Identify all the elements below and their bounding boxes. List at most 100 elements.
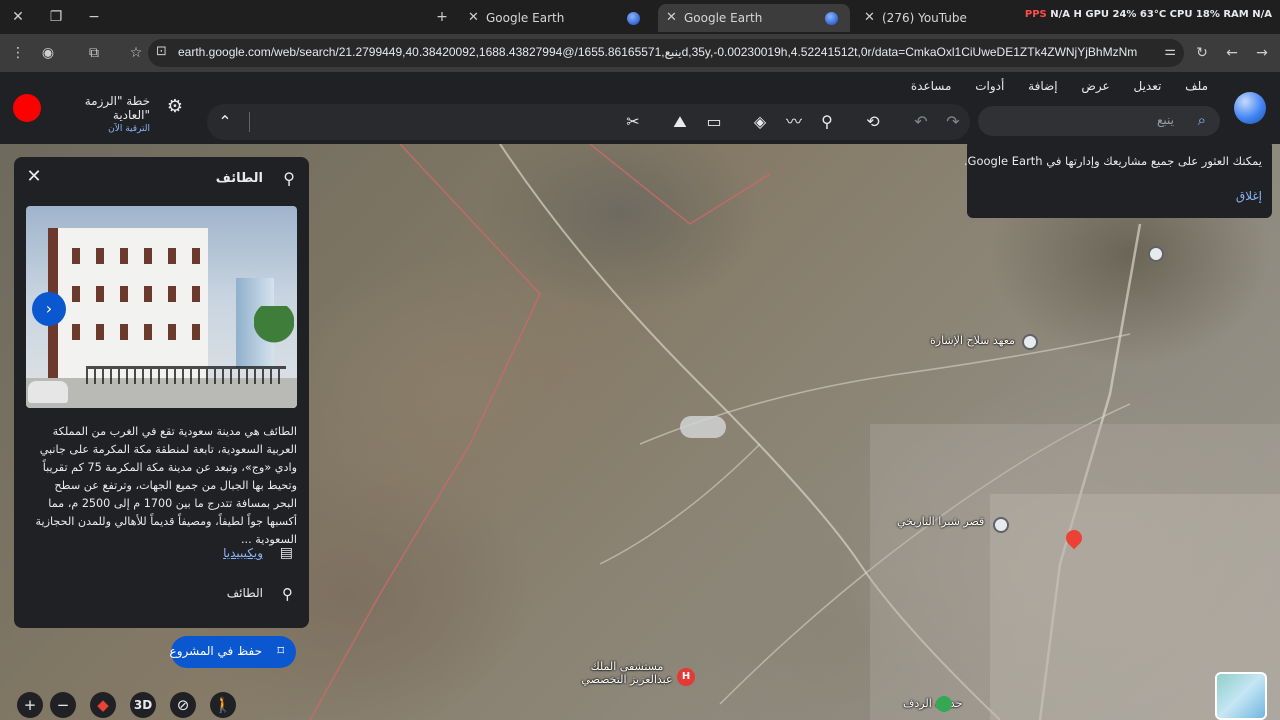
close-tab-icon[interactable]: ✕ [864,4,875,32]
photo-fence [86,366,286,384]
earth-globe-icon[interactable] [1234,92,1266,124]
place-photo[interactable]: › [26,206,297,408]
collapse-chevron-icon[interactable]: ⌃ [215,112,235,132]
article-icon: ▤ [279,545,293,561]
poi-icon[interactable] [1148,246,1164,262]
menu-tools[interactable]: أدوات [975,79,1004,93]
history-icon[interactable]: ⟲ [863,112,883,132]
close-tab-icon[interactable]: ✕ [468,4,479,32]
place-pin-icon: ⚲ [283,169,295,188]
pps-value: N/A [1050,9,1071,20]
site-info-icon[interactable]: ⊡ [156,44,167,59]
image-icon[interactable]: ⛰ [670,112,690,132]
profile-icon[interactable]: ◉ [36,42,60,64]
building-window [72,324,80,340]
path-icon[interactable]: 〰 [784,112,804,132]
building-window [120,286,128,302]
redo-icon[interactable]: ↷ [943,112,963,132]
earth-menu: ملف تعديل عرض إضافة أدوات مساعدة [891,79,1208,93]
tab-title: (276) YouTube [882,11,967,25]
projects-notice: يمكنك العثور على جميع مشاريعك وإدارتها ف… [964,140,1272,218]
building-window [96,286,104,302]
menu-file[interactable]: ملف [1185,79,1208,93]
forward-icon[interactable]: ← [1220,42,1244,64]
zoom-in-button[interactable]: + [17,692,43,718]
toolbar-divider [249,112,250,132]
hospital-icon[interactable]: H [677,668,695,686]
search-placeholder: ينبع [1157,113,1174,127]
ram-label: RAM [1223,9,1249,20]
gear-icon[interactable]: ⚙ [164,96,186,118]
chevron-right-icon[interactable]: › [32,292,66,326]
zoom-out-button[interactable]: − [50,692,76,718]
tune-icon[interactable]: ⚌ [1164,44,1176,59]
new-tab-button[interactable]: + [430,6,454,28]
gpu-stat: GPU 24% 63°C [1085,9,1167,20]
tab-google-earth-2[interactable]: ✕ Google Earth [658,4,850,32]
bookmark-star-icon[interactable]: ☆ [124,42,148,64]
building-window [96,324,104,340]
reload-icon[interactable]: ↻ [1190,42,1214,64]
earth-header: ملف تعديل عرض إضافة أدوات مساعدة خطة "ال… [0,72,1280,144]
wikipedia-link[interactable]: ويكيبيديا [223,546,263,560]
tilt-off-icon[interactable]: ⊘ [170,692,196,718]
cpu-stat: CPU 18% [1169,9,1220,20]
menu-view[interactable]: عرض [1081,79,1109,93]
tab-title: Google Earth [486,11,565,25]
browser-tab-bar: ✕ ❐ − + ✕ Google Earth ✕ Google Earth ✕ … [0,0,1280,34]
poi-icon[interactable] [1022,334,1038,350]
tab-youtube[interactable]: ✕ (276) YouTube [856,4,1016,32]
building-window [144,248,152,264]
close-window-icon[interactable]: ✕ [6,6,30,28]
plan-info: خطة "الرزمة العادية" الترقية الآن [50,94,150,134]
undo-icon[interactable]: ↶ [911,112,931,132]
back-icon[interactable]: → [1250,42,1274,64]
map-label-hospital[interactable]: مستشفى الملك عبدالعزيز التخصصي [577,660,677,686]
building-window [144,324,152,340]
menu-add[interactable]: إضافة [1028,79,1057,93]
3d-toggle-button[interactable]: 3D [130,692,156,718]
search-input[interactable]: ينبع ⌕ [978,106,1220,136]
layers-icon[interactable]: ◈ [750,112,770,132]
earth-toolbar: ⌃ ✂ ⛰ ▭ ◈ 〰 ⚲ ⟲ ↶ ↷ [207,104,970,140]
close-icon[interactable]: ✕ [24,167,44,187]
search-icon[interactable]: ⌕ [1198,111,1206,129]
park-icon[interactable] [936,696,952,712]
map-label-palace[interactable]: قصر شبرا التاريخي [897,515,984,528]
menu-help[interactable]: مساعدة [911,79,952,93]
pegman-icon[interactable]: 🚶 [210,692,236,718]
menu-edit[interactable]: تعديل [1133,79,1161,93]
close-tab-icon[interactable]: ✕ [666,4,677,32]
building-window [168,248,176,264]
map-label-institute[interactable]: معهد سلاح الإشارة [930,334,1015,347]
location-pin-icon: ⚲ [282,585,293,603]
tab-google-earth-1[interactable]: ✕ Google Earth [460,4,652,32]
extensions-icon[interactable]: ⧉ [82,42,106,64]
minimize-window-icon[interactable]: − [82,6,106,28]
measure-icon[interactable]: ✂ [623,112,643,132]
save-to-project-button[interactable]: ⌑ حفظ في المشروع [169,636,296,668]
minimap-thumbnail[interactable] [1215,672,1267,720]
notice-close-button[interactable]: إغلاق [1236,189,1262,203]
upgrade-link[interactable]: الترقية الآن [50,124,150,134]
poi-icon[interactable] [993,517,1009,533]
account-logo[interactable] [13,94,41,122]
photo-car [28,381,68,403]
save-to-project-label: حفظ في المشروع [169,644,262,658]
ram-value: N/A [1252,9,1272,20]
url-field[interactable]: ⊡ earth.google.com/web/search/21.2799449… [148,39,1184,67]
ruler-icon[interactable]: ▭ [704,112,724,132]
placemark-icon[interactable]: ⚲ [817,112,837,132]
building-window [168,286,176,302]
building-window [144,286,152,302]
building-window [120,248,128,264]
url-text: earth.google.com/web/search/21.2799449,4… [178,45,1138,59]
pps-label: PPS [1024,9,1047,20]
restore-window-icon[interactable]: ❐ [44,6,68,28]
map-label-park[interactable]: حديقة الردف [903,697,962,710]
building-window [192,324,200,340]
system-stats-overlay: PPS N/A H GPU 24% 63°C CPU 18% RAM N/A [1025,9,1272,20]
address-bar-row: ⋮ ◉ ⧉ ☆ ⊡ earth.google.com/web/search/21… [0,34,1280,72]
compass-icon[interactable]: ◆ [90,692,116,718]
menu-dots-icon[interactable]: ⋮ [6,42,30,64]
